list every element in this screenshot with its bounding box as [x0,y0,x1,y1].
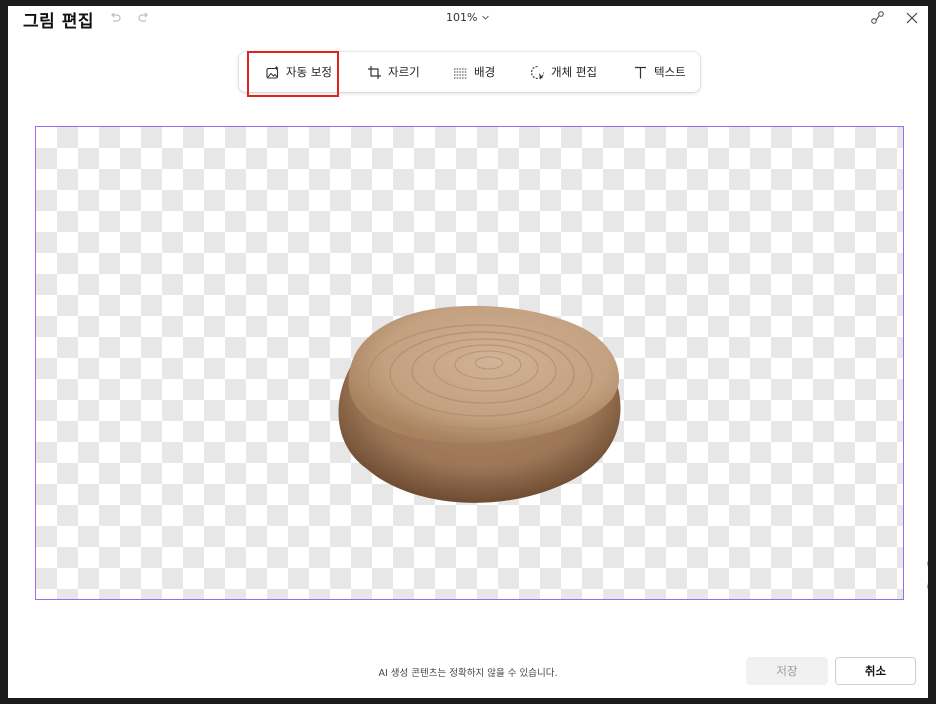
edit-toolbar: 자동 보정 자르기 배경 개체 편집 텍스트 [239,52,700,92]
close-icon[interactable] [905,11,919,25]
auto-enhance-button[interactable]: 자동 보정 [265,52,332,92]
object-edit-label: 개체 편집 [551,65,597,79]
text-icon [635,66,646,78]
auto-enhance-icon [266,65,279,79]
feedback-icons [927,560,928,590]
zoom-dropdown[interactable]: 101% [446,11,490,24]
cancel-button[interactable]: 취소 [835,657,916,685]
title-bar: 그림 편집 101% [8,6,928,32]
image-edit-window: 그림 편집 101% 자동 보정 자르기 배경 개체 편집 텍스트 AI 생성 … [8,6,928,698]
object-edit-button[interactable]: 개체 편집 [530,52,597,92]
zoom-level: 101% [446,11,478,24]
auto-enhance-label: 자동 보정 [286,65,332,79]
save-button[interactable]: 저장 [746,657,828,685]
background-icon [454,68,467,78]
crop-button[interactable]: 자르기 [367,52,420,92]
object-edit-icon [530,65,545,80]
crop-label: 자르기 [388,65,420,79]
image-canvas[interactable] [35,126,904,600]
background-label: 배경 [474,65,496,79]
chevron-down-icon [482,15,490,20]
share-icon[interactable] [870,10,886,26]
text-label: 텍스트 [654,65,686,79]
stone-image [338,305,621,503]
redo-icon[interactable] [137,11,151,25]
background-button[interactable]: 배경 [453,52,495,92]
text-button[interactable]: 텍스트 [633,52,686,92]
crop-icon [368,65,381,79]
window-title: 그림 편집 [23,12,94,32]
undo-icon[interactable] [108,11,122,25]
